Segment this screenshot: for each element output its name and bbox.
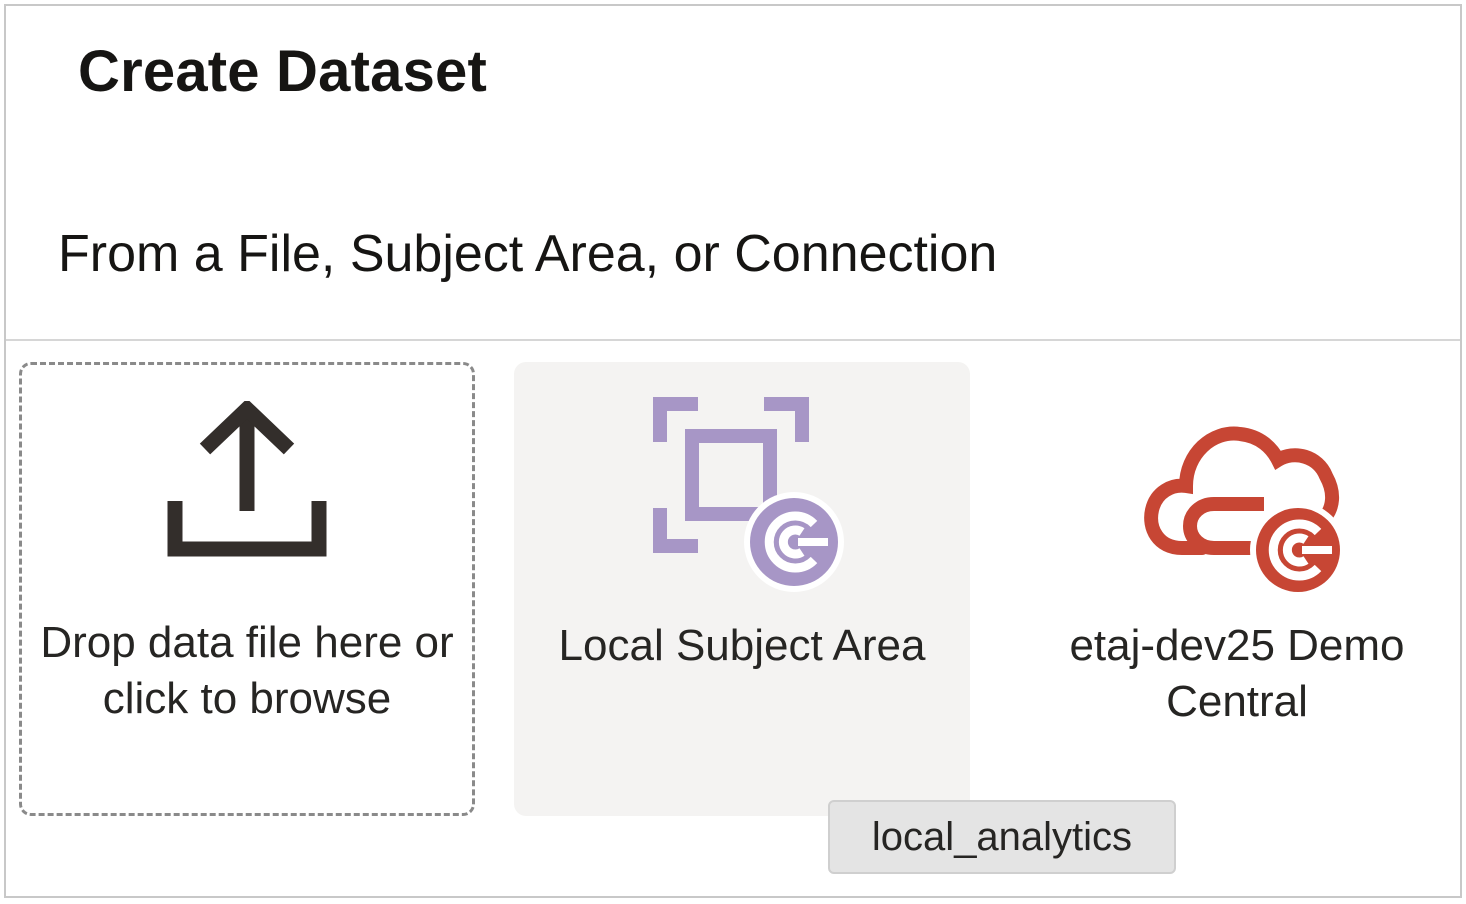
tooltip: local_analytics xyxy=(828,800,1176,874)
local-subject-area-tile[interactable]: Local Subject Area xyxy=(514,362,970,816)
drop-file-tile[interactable]: Drop data file here or click to browse xyxy=(19,362,475,816)
connection-label: etaj-dev25 Demo Central xyxy=(1069,621,1405,726)
upload-icon xyxy=(167,398,327,562)
drop-file-label: Drop data file here or click to browse xyxy=(40,618,454,723)
subject-area-icon xyxy=(652,396,848,601)
section-divider xyxy=(6,339,1460,341)
dialog-subtitle: From a File, Subject Area, or Connection xyxy=(58,225,998,283)
connection-tile[interactable]: etaj-dev25 Demo Central xyxy=(1009,362,1465,816)
create-dataset-dialog: Create Dataset From a File, Subject Area… xyxy=(4,4,1462,898)
dialog-title: Create Dataset xyxy=(78,39,487,104)
local-subject-area-label: Local Subject Area xyxy=(558,621,926,670)
cloud-connection-icon xyxy=(1142,412,1348,603)
